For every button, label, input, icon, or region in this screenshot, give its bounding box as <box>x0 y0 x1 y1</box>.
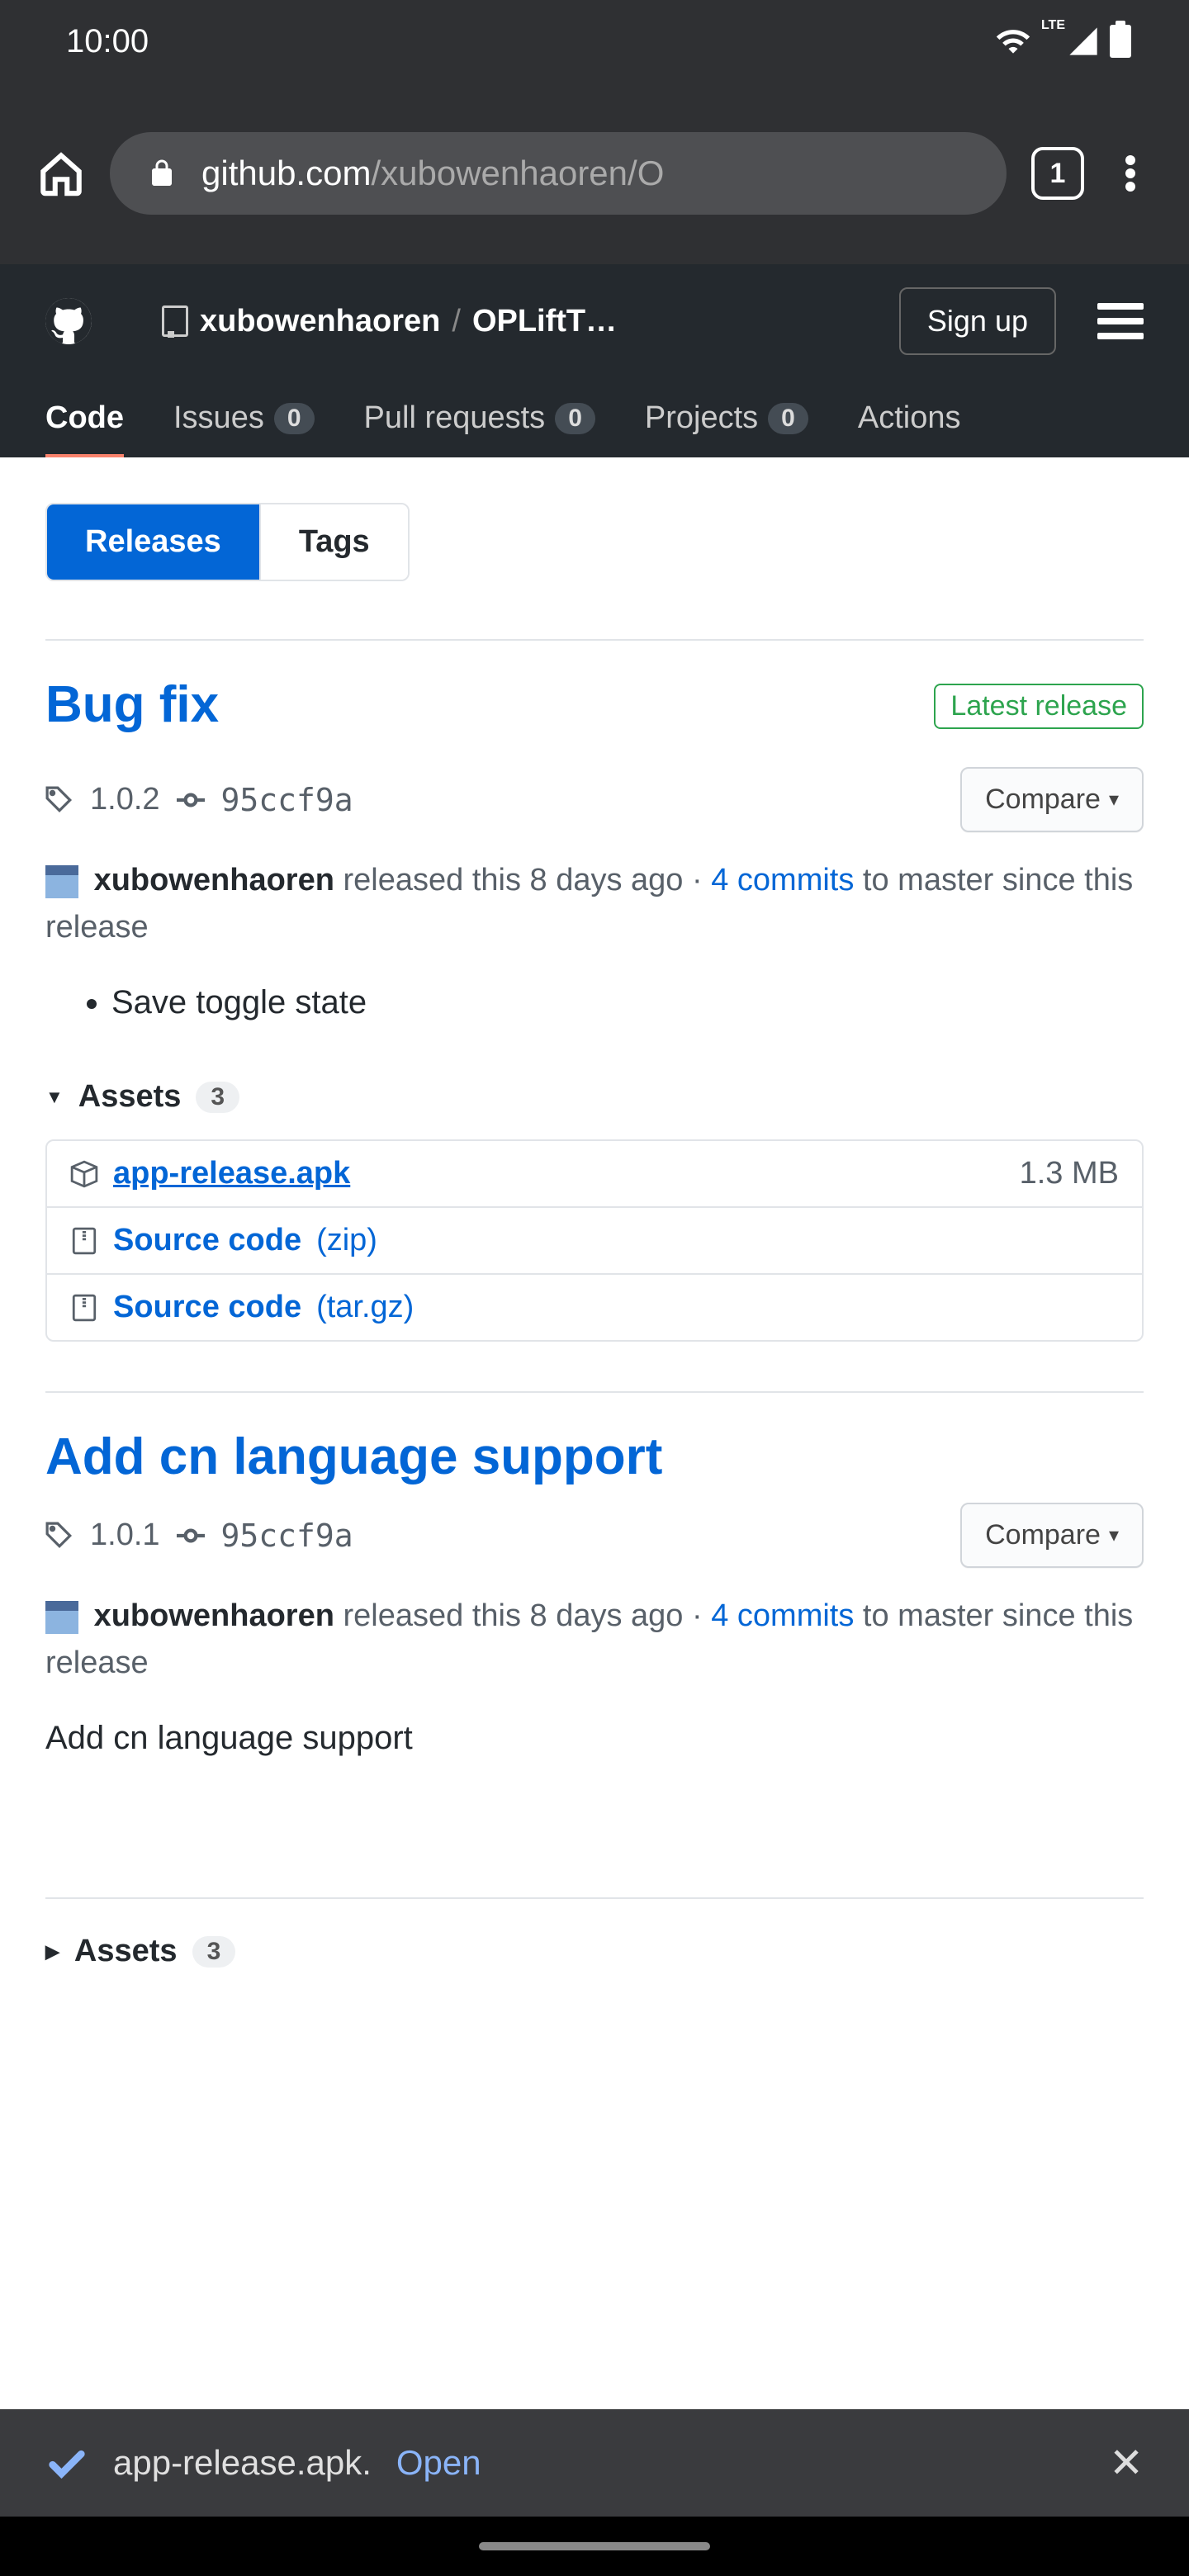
release-tag[interactable]: 1.0.2 <box>90 782 160 817</box>
release-item: Bug fix Latest release 1.0.2 95ccf9a Com… <box>45 639 1144 1342</box>
status-time: 10:00 <box>66 23 149 60</box>
hamburger-icon[interactable] <box>1097 303 1144 339</box>
github-logo[interactable] <box>45 298 92 344</box>
release-commit[interactable]: 95ccf9a <box>221 782 353 818</box>
release-title[interactable]: Add cn language support <box>45 1428 1144 1486</box>
nav-handle[interactable] <box>479 2542 710 2550</box>
battery-icon <box>1110 25 1131 58</box>
chevron-down-icon: ▼ <box>45 1087 64 1108</box>
assets-toggle[interactable]: ▼ Assets 3 <box>45 1079 1144 1115</box>
assets-toggle[interactable]: ▶ Assets 3 <box>45 1897 1144 1969</box>
release-tag[interactable]: 1.0.1 <box>90 1518 160 1553</box>
tab-issues[interactable]: Issues0 <box>173 400 315 436</box>
compare-button[interactable]: Compare <box>960 767 1144 832</box>
commit-icon <box>177 786 205 814</box>
releases-tags-tabs: Releases Tags <box>45 503 410 581</box>
asset-size: 1.3 MB <box>1020 1156 1119 1191</box>
repo-nav-tabs: Code Issues0 Pull requests0 Projects0 Ac… <box>45 400 1144 457</box>
commits-link[interactable]: 4 commits <box>711 863 854 897</box>
release-author[interactable]: xubowenhaoren <box>94 863 334 897</box>
latest-release-badge: Latest release <box>934 684 1144 729</box>
changelog-item: Save toggle state <box>111 984 1144 1021</box>
url-text: github.com/xubowenhaoren/O <box>201 154 664 193</box>
commit-icon <box>177 1522 205 1550</box>
asset-ext: (tar.gz) <box>316 1290 414 1325</box>
asset-row[interactable]: Source code (tar.gz) <box>47 1275 1142 1340</box>
release-item: Add cn language support 1.0.1 95ccf9a Co… <box>45 1391 1144 1969</box>
tab-switcher[interactable]: 1 <box>1031 147 1084 200</box>
content-area: Releases Tags Bug fix Latest release 1.0… <box>0 457 1189 2064</box>
lock-icon <box>147 159 177 188</box>
home-icon[interactable] <box>37 149 85 197</box>
release-byline: xubowenhaoren released this 8 days ago ·… <box>45 1593 1144 1687</box>
tab-actions[interactable]: Actions <box>858 400 961 436</box>
check-icon <box>45 2441 88 2484</box>
lte-label: LTE <box>1041 18 1065 33</box>
system-nav-bar <box>0 2517 1189 2576</box>
asset-ext: (zip) <box>316 1223 377 1258</box>
compare-button[interactable]: Compare <box>960 1503 1144 1568</box>
github-header: xubowenhaoren / OPLiftT… Sign up Code Is… <box>0 264 1189 457</box>
close-icon[interactable]: ✕ <box>1109 2439 1144 2487</box>
tab-code[interactable]: Code <box>45 400 124 457</box>
zip-icon <box>70 1227 98 1255</box>
release-author[interactable]: xubowenhaoren <box>94 1598 334 1633</box>
package-icon <box>70 1160 98 1188</box>
zip-icon <box>70 1294 98 1322</box>
assets-count: 3 <box>196 1082 239 1113</box>
breadcrumb-sep: / <box>452 304 461 339</box>
assets-list: app-release.apk 1.3 MB Source code (zip)… <box>45 1139 1144 1342</box>
commits-link[interactable]: 4 commits <box>711 1598 854 1633</box>
breadcrumb-repo[interactable]: OPLiftT… <box>472 304 617 339</box>
release-body: Save toggle state <box>45 984 1144 1021</box>
signal-lte: LTE <box>1041 25 1100 58</box>
address-bar[interactable]: github.com/xubowenhaoren/O <box>110 132 1007 215</box>
tag-icon <box>45 1522 73 1550</box>
tab-projects[interactable]: Projects0 <box>645 400 808 436</box>
release-body: Add cn language support <box>45 1720 1144 1757</box>
changelog-text: Add cn language support <box>45 1720 1144 1757</box>
assets-label: Assets <box>78 1079 182 1115</box>
wifi-icon <box>995 23 1031 59</box>
subtab-releases[interactable]: Releases <box>47 504 259 580</box>
release-title[interactable]: Bug fix <box>45 675 219 734</box>
breadcrumb: xubowenhaoren / OPLiftT… <box>162 304 874 339</box>
release-byline: xubowenhaoren released this 8 days ago ·… <box>45 857 1144 951</box>
repo-icon <box>162 305 188 337</box>
subtab-tags[interactable]: Tags <box>259 504 408 580</box>
asset-name: app-release.apk <box>113 1156 350 1191</box>
browser-menu-icon[interactable] <box>1125 152 1135 195</box>
signup-button[interactable]: Sign up <box>899 287 1056 355</box>
assets-count: 3 <box>192 1936 236 1968</box>
release-date: released this 8 days ago <box>343 1598 684 1633</box>
asset-row[interactable]: Source code (zip) <box>47 1208 1142 1275</box>
avatar[interactable] <box>45 865 78 898</box>
asset-name: Source code <box>113 1223 301 1258</box>
assets-label: Assets <box>74 1934 178 1969</box>
asset-name: Source code <box>113 1290 301 1325</box>
browser-toolbar: github.com/xubowenhaoren/O 1 <box>0 83 1189 264</box>
signal-icon <box>1067 25 1100 58</box>
download-filename: app-release.apk. <box>113 2443 372 2483</box>
chevron-right-icon: ▶ <box>45 1941 59 1963</box>
status-bar: 10:00 LTE <box>0 0 1189 83</box>
breadcrumb-owner[interactable]: xubowenhaoren <box>200 304 440 339</box>
sep-dot: · <box>692 863 703 897</box>
avatar[interactable] <box>45 1601 78 1634</box>
release-date: released this 8 days ago <box>343 863 684 897</box>
sep-dot: · <box>692 1598 703 1633</box>
tag-icon <box>45 786 73 814</box>
asset-row[interactable]: app-release.apk 1.3 MB <box>47 1141 1142 1208</box>
download-open-button[interactable]: Open <box>396 2443 481 2483</box>
release-commit[interactable]: 95ccf9a <box>221 1518 353 1554</box>
status-icons: LTE <box>995 23 1131 59</box>
tab-pull-requests[interactable]: Pull requests0 <box>364 400 595 436</box>
download-snackbar: app-release.apk. Open ✕ <box>0 2409 1189 2517</box>
